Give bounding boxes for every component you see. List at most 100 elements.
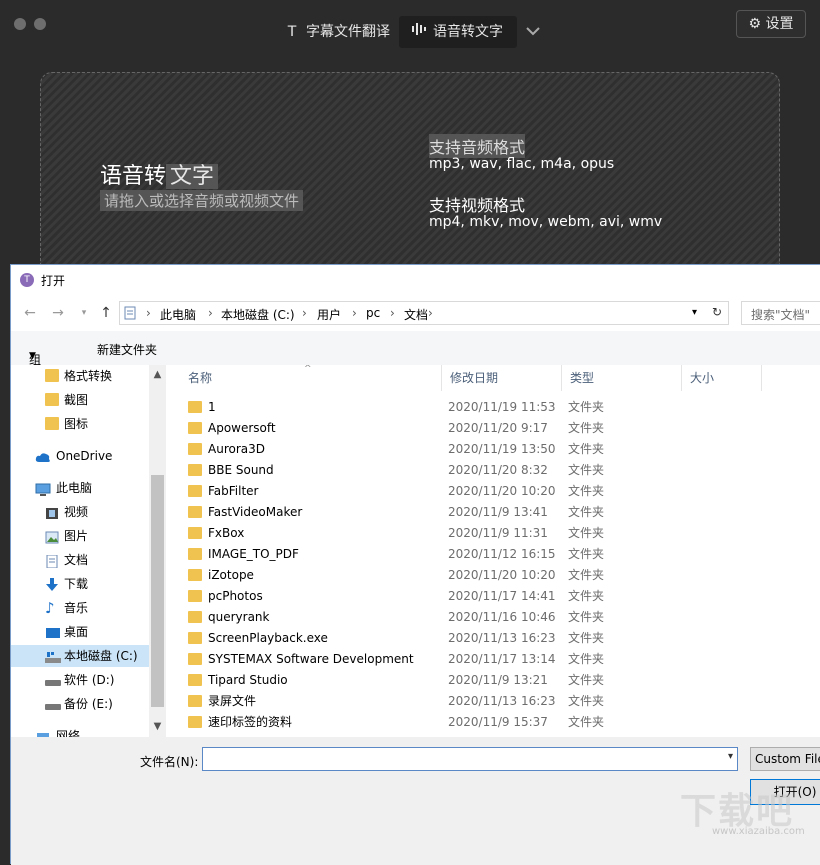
breadcrumb-separator: › bbox=[428, 306, 433, 320]
file-type: 文件夹 bbox=[568, 463, 605, 477]
table-row[interactable]: Apowersoft 2020/11/20 9:17 文件夹 bbox=[166, 418, 820, 439]
file-date: 2020/11/13 16:23 bbox=[448, 631, 556, 645]
folder-icon bbox=[188, 506, 202, 518]
sidebar-item-pictures[interactable]: 图片 bbox=[11, 525, 149, 547]
sidebar-item-drive-d[interactable]: 软件 (D:) bbox=[11, 669, 149, 691]
folder-icon bbox=[188, 401, 202, 413]
file-date: 2020/11/19 13:50 bbox=[448, 442, 556, 456]
window-close-dot[interactable] bbox=[14, 18, 26, 30]
tab-subtitle-translate[interactable]: T 字幕文件翻译 bbox=[272, 16, 404, 48]
sidebar-item-this-pc[interactable]: 此电脑 bbox=[11, 477, 149, 499]
scroll-down-icon[interactable]: ▼ bbox=[149, 721, 166, 732]
sidebar-item-onedrive[interactable]: OneDrive bbox=[11, 445, 149, 467]
dialog-navbar: ← → ▾ ↑ › 此电脑 › 本地磁盘 (C:) › 用户 › pc › 文档… bbox=[11, 295, 820, 331]
sidebar-item-documents[interactable]: 文档 bbox=[11, 549, 149, 571]
table-row[interactable]: 1 2020/11/19 11:53 文件夹 bbox=[166, 397, 820, 418]
file-type: 文件夹 bbox=[568, 505, 605, 519]
dropzone-title-b: 文字 bbox=[166, 164, 219, 189]
sidebar-item-music[interactable]: ♪ 音乐 bbox=[11, 597, 149, 619]
column-header-name[interactable]: 名称 ^ bbox=[180, 365, 442, 391]
table-row[interactable]: IMAGE_TO_PDF 2020/11/12 16:15 文件夹 bbox=[166, 544, 820, 565]
new-folder-button[interactable]: 新建文件夹 bbox=[97, 341, 157, 358]
sidebar-item-desktop[interactable]: 桌面 bbox=[11, 621, 149, 643]
sidebar-item-local-disk-c[interactable]: 本地磁盘 (C:) bbox=[11, 645, 149, 667]
table-row[interactable]: FabFilter 2020/11/20 10:20 文件夹 bbox=[166, 481, 820, 502]
table-row[interactable]: SYSTEMAX Software Development 2020/11/17 … bbox=[166, 649, 820, 670]
table-row[interactable]: 录屏文件 2020/11/13 16:23 文件夹 bbox=[166, 691, 820, 712]
file-name: iZotope bbox=[208, 568, 254, 582]
table-row[interactable]: 速印标签的资料 2020/11/9 15:37 文件夹 bbox=[166, 712, 820, 733]
sidebar-item-drive-e[interactable]: 备份 (E:) bbox=[11, 693, 149, 715]
file-name: ScreenPlayback.exe bbox=[208, 631, 328, 645]
app-logo-icon: T bbox=[20, 273, 34, 287]
file-date: 2020/11/17 13:14 bbox=[448, 652, 556, 666]
filename-input[interactable]: ▾ bbox=[202, 747, 738, 771]
sidebar-item-icons[interactable]: 图标 bbox=[11, 413, 149, 435]
file-name: IMAGE_TO_PDF bbox=[208, 547, 299, 561]
sidebar-scrollbar[interactable]: ▲ ▼ bbox=[149, 365, 166, 737]
file-type: 文件夹 bbox=[568, 442, 605, 456]
file-type: 文件夹 bbox=[568, 589, 605, 603]
sidebar-item-screenshots[interactable]: 截图 bbox=[11, 389, 149, 411]
scrollbar-thumb[interactable] bbox=[151, 475, 164, 707]
folder-icon bbox=[188, 590, 202, 602]
waveform-icon bbox=[411, 16, 427, 48]
file-type: 文件夹 bbox=[568, 610, 605, 624]
sidebar-item-format-convert[interactable]: 格式转换 bbox=[11, 365, 149, 387]
window-minimize-dot[interactable] bbox=[34, 18, 46, 30]
folder-icon bbox=[188, 716, 202, 728]
breadcrumb-item[interactable]: 文档 bbox=[404, 306, 428, 323]
chevron-down-icon[interactable]: ▾ bbox=[728, 751, 733, 762]
file-date: 2020/11/20 9:17 bbox=[448, 421, 548, 435]
sidebar-item-network[interactable]: 网络 bbox=[11, 725, 149, 737]
table-row[interactable]: ScreenPlayback.exe 2020/11/13 16:23 文件夹 bbox=[166, 628, 820, 649]
up-arrow-icon[interactable]: ↑ bbox=[95, 302, 117, 324]
column-header-size[interactable]: 大小 bbox=[682, 365, 762, 391]
recent-dropdown-icon[interactable]: ▾ bbox=[73, 302, 95, 324]
file-name: 1 bbox=[208, 400, 216, 414]
breadcrumb-item[interactable]: pc bbox=[366, 306, 380, 320]
file-name: Tipard Studio bbox=[208, 673, 288, 687]
address-dropdown-icon[interactable]: ▾ bbox=[692, 307, 697, 318]
table-row[interactable]: BBE Sound 2020/11/20 8:32 文件夹 bbox=[166, 460, 820, 481]
table-row[interactable]: Tipard Studio 2020/11/9 13:21 文件夹 bbox=[166, 670, 820, 691]
table-row[interactable]: pcPhotos 2020/11/17 14:41 文件夹 bbox=[166, 586, 820, 607]
scroll-up-icon[interactable]: ▲ bbox=[149, 369, 166, 380]
file-type: 文件夹 bbox=[568, 526, 605, 540]
sort-caret-icon: ^ bbox=[304, 365, 312, 374]
tab-speech-to-text[interactable]: 语音转文字 bbox=[399, 16, 517, 48]
search-input[interactable]: 搜索"文档" bbox=[741, 301, 820, 325]
table-row[interactable]: FxBox 2020/11/9 11:31 文件夹 bbox=[166, 523, 820, 544]
sidebar-item-label: 桌面 bbox=[64, 625, 89, 639]
file-date: 2020/11/20 8:32 bbox=[448, 463, 548, 477]
sidebar-item-downloads[interactable]: 下载 bbox=[11, 573, 149, 595]
sidebar-item-videos[interactable]: 视频 bbox=[11, 501, 149, 523]
breadcrumb-item[interactable]: 本地磁盘 (C:) bbox=[221, 306, 295, 323]
file-date: 2020/11/20 10:20 bbox=[448, 568, 556, 582]
desktop-icon bbox=[45, 625, 60, 638]
table-row[interactable]: Aurora3D 2020/11/19 13:50 文件夹 bbox=[166, 439, 820, 460]
address-bar[interactable]: › 此电脑 › 本地磁盘 (C:) › 用户 › pc › 文档 › ▾ ↻ bbox=[119, 301, 729, 325]
filetype-select[interactable]: Custom Files bbox=[750, 747, 820, 771]
table-row[interactable]: queryrank 2020/11/16 10:46 文件夹 bbox=[166, 607, 820, 628]
file-type: 文件夹 bbox=[568, 673, 605, 687]
refresh-icon[interactable]: ↻ bbox=[712, 305, 722, 319]
breadcrumb-item[interactable]: 用户 bbox=[317, 306, 341, 323]
file-date: 2020/11/13 16:23 bbox=[448, 694, 556, 708]
settings-button[interactable]: ⚙ 设置 bbox=[736, 10, 806, 38]
sidebar-item-label: 此电脑 bbox=[56, 481, 93, 495]
table-row[interactable]: FastVideoMaker 2020/11/9 13:41 文件夹 bbox=[166, 502, 820, 523]
back-arrow-icon[interactable]: ← bbox=[19, 302, 41, 324]
forward-arrow-icon[interactable]: → bbox=[47, 302, 69, 324]
file-date: 2020/11/12 16:15 bbox=[448, 547, 556, 561]
column-header-date[interactable]: 修改日期 bbox=[442, 365, 562, 391]
sidebar-item-label: OneDrive bbox=[56, 449, 113, 463]
breadcrumb-item[interactable]: 此电脑 bbox=[160, 306, 196, 323]
gear-icon: ⚙ bbox=[748, 16, 762, 32]
video-icon bbox=[45, 505, 59, 519]
navigation-pane: 格式转换 截图 图标 OneDrive 此电脑 视频 图片 文档 下载 ♪ 音乐… bbox=[11, 365, 166, 737]
file-date: 2020/11/9 13:21 bbox=[448, 673, 548, 687]
table-row[interactable]: iZotope 2020/11/20 10:20 文件夹 bbox=[166, 565, 820, 586]
chevron-down-icon[interactable] bbox=[522, 18, 544, 44]
column-header-type[interactable]: 类型 bbox=[562, 365, 682, 391]
